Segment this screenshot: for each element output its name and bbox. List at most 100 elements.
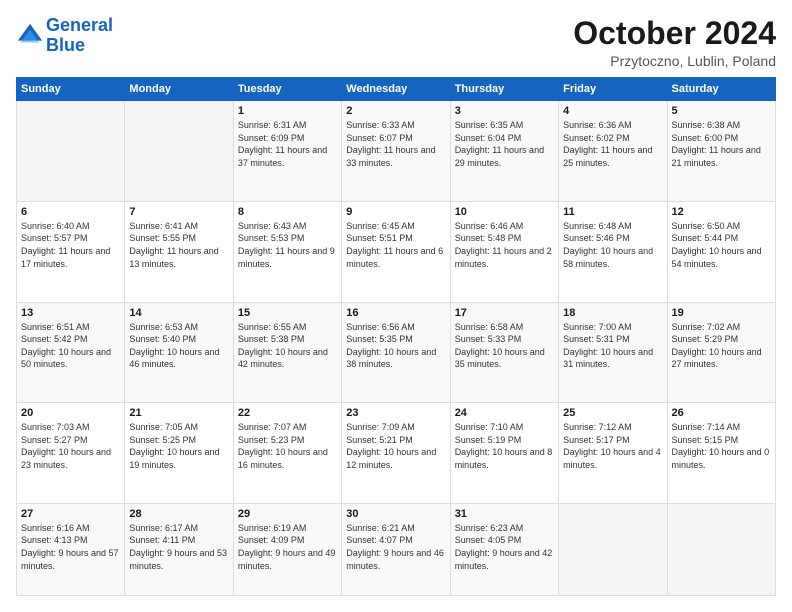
day-number: 11: [563, 206, 662, 218]
table-row: 4 Sunrise: 6:36 AMSunset: 6:02 PMDayligh…: [559, 101, 667, 202]
table-row: 8 Sunrise: 6:43 AMSunset: 5:53 PMDayligh…: [233, 201, 341, 302]
day-number: 7: [129, 206, 228, 218]
day-number: 15: [238, 307, 337, 319]
day-number: 3: [455, 105, 554, 117]
table-row: 22 Sunrise: 7:07 AMSunset: 5:23 PMDaylig…: [233, 403, 341, 504]
day-info: Sunrise: 7:02 AMSunset: 5:29 PMDaylight:…: [672, 321, 771, 371]
table-row: 6 Sunrise: 6:40 AMSunset: 5:57 PMDayligh…: [17, 201, 125, 302]
day-number: 14: [129, 307, 228, 319]
day-info: Sunrise: 6:17 AMSunset: 4:11 PMDaylight:…: [129, 522, 228, 572]
table-row: 14 Sunrise: 6:53 AMSunset: 5:40 PMDaylig…: [125, 302, 233, 403]
day-info: Sunrise: 6:19 AMSunset: 4:09 PMDaylight:…: [238, 522, 337, 572]
table-row: 12 Sunrise: 6:50 AMSunset: 5:44 PMDaylig…: [667, 201, 775, 302]
day-info: Sunrise: 6:56 AMSunset: 5:35 PMDaylight:…: [346, 321, 445, 371]
day-number: 23: [346, 407, 445, 419]
table-row: 3 Sunrise: 6:35 AMSunset: 6:04 PMDayligh…: [450, 101, 558, 202]
day-info: Sunrise: 6:35 AMSunset: 6:04 PMDaylight:…: [455, 119, 554, 169]
calendar-table: Sunday Monday Tuesday Wednesday Thursday…: [16, 77, 776, 596]
table-row: 24 Sunrise: 7:10 AMSunset: 5:19 PMDaylig…: [450, 403, 558, 504]
table-row: [125, 101, 233, 202]
table-row: 23 Sunrise: 7:09 AMSunset: 5:21 PMDaylig…: [342, 403, 450, 504]
day-info: Sunrise: 7:05 AMSunset: 5:25 PMDaylight:…: [129, 421, 228, 471]
day-number: 29: [238, 508, 337, 520]
day-info: Sunrise: 7:09 AMSunset: 5:21 PMDaylight:…: [346, 421, 445, 471]
col-saturday: Saturday: [667, 78, 775, 101]
table-row: 2 Sunrise: 6:33 AMSunset: 6:07 PMDayligh…: [342, 101, 450, 202]
day-number: 18: [563, 307, 662, 319]
day-info: Sunrise: 6:36 AMSunset: 6:02 PMDaylight:…: [563, 119, 662, 169]
day-number: 21: [129, 407, 228, 419]
header: General Blue October 2024 Przytoczno, Lu…: [16, 16, 776, 69]
table-row: 30 Sunrise: 6:21 AMSunset: 4:07 PMDaylig…: [342, 503, 450, 595]
day-info: Sunrise: 6:16 AMSunset: 4:13 PMDaylight:…: [21, 522, 120, 572]
table-row: 17 Sunrise: 6:58 AMSunset: 5:33 PMDaylig…: [450, 302, 558, 403]
day-info: Sunrise: 6:51 AMSunset: 5:42 PMDaylight:…: [21, 321, 120, 371]
logo-line2: Blue: [46, 35, 85, 55]
day-number: 27: [21, 508, 120, 520]
title-section: October 2024 Przytoczno, Lublin, Poland: [573, 16, 776, 69]
day-info: Sunrise: 6:46 AMSunset: 5:48 PMDaylight:…: [455, 220, 554, 270]
day-number: 13: [21, 307, 120, 319]
day-number: 12: [672, 206, 771, 218]
day-number: 1: [238, 105, 337, 117]
day-info: Sunrise: 6:45 AMSunset: 5:51 PMDaylight:…: [346, 220, 445, 270]
day-info: Sunrise: 6:55 AMSunset: 5:38 PMDaylight:…: [238, 321, 337, 371]
col-monday: Monday: [125, 78, 233, 101]
table-row: 20 Sunrise: 7:03 AMSunset: 5:27 PMDaylig…: [17, 403, 125, 504]
day-number: 8: [238, 206, 337, 218]
day-number: 2: [346, 105, 445, 117]
day-number: 31: [455, 508, 554, 520]
day-number: 28: [129, 508, 228, 520]
day-info: Sunrise: 6:53 AMSunset: 5:40 PMDaylight:…: [129, 321, 228, 371]
day-number: 22: [238, 407, 337, 419]
day-info: Sunrise: 7:00 AMSunset: 5:31 PMDaylight:…: [563, 321, 662, 371]
table-row: 5 Sunrise: 6:38 AMSunset: 6:00 PMDayligh…: [667, 101, 775, 202]
day-info: Sunrise: 6:40 AMSunset: 5:57 PMDaylight:…: [21, 220, 120, 270]
col-thursday: Thursday: [450, 78, 558, 101]
day-number: 24: [455, 407, 554, 419]
table-row: 27 Sunrise: 6:16 AMSunset: 4:13 PMDaylig…: [17, 503, 125, 595]
table-row: 16 Sunrise: 6:56 AMSunset: 5:35 PMDaylig…: [342, 302, 450, 403]
day-info: Sunrise: 7:03 AMSunset: 5:27 PMDaylight:…: [21, 421, 120, 471]
logo-icon: [16, 22, 44, 50]
day-info: Sunrise: 7:12 AMSunset: 5:17 PMDaylight:…: [563, 421, 662, 471]
col-tuesday: Tuesday: [233, 78, 341, 101]
day-info: Sunrise: 6:23 AMSunset: 4:05 PMDaylight:…: [455, 522, 554, 572]
day-info: Sunrise: 6:58 AMSunset: 5:33 PMDaylight:…: [455, 321, 554, 371]
day-number: 6: [21, 206, 120, 218]
table-row: 13 Sunrise: 6:51 AMSunset: 5:42 PMDaylig…: [17, 302, 125, 403]
day-number: 20: [21, 407, 120, 419]
table-row: 25 Sunrise: 7:12 AMSunset: 5:17 PMDaylig…: [559, 403, 667, 504]
logo-line1: General: [46, 15, 113, 35]
table-row: 11 Sunrise: 6:48 AMSunset: 5:46 PMDaylig…: [559, 201, 667, 302]
col-sunday: Sunday: [17, 78, 125, 101]
table-row: 26 Sunrise: 7:14 AMSunset: 5:15 PMDaylig…: [667, 403, 775, 504]
logo-text: General Blue: [46, 16, 113, 56]
table-row: 9 Sunrise: 6:45 AMSunset: 5:51 PMDayligh…: [342, 201, 450, 302]
month-title: October 2024: [573, 16, 776, 51]
table-row: 28 Sunrise: 6:17 AMSunset: 4:11 PMDaylig…: [125, 503, 233, 595]
table-row: 29 Sunrise: 6:19 AMSunset: 4:09 PMDaylig…: [233, 503, 341, 595]
day-number: 4: [563, 105, 662, 117]
day-info: Sunrise: 6:50 AMSunset: 5:44 PMDaylight:…: [672, 220, 771, 270]
table-row: 19 Sunrise: 7:02 AMSunset: 5:29 PMDaylig…: [667, 302, 775, 403]
col-friday: Friday: [559, 78, 667, 101]
day-number: 26: [672, 407, 771, 419]
day-number: 16: [346, 307, 445, 319]
table-row: 10 Sunrise: 6:46 AMSunset: 5:48 PMDaylig…: [450, 201, 558, 302]
table-row: [559, 503, 667, 595]
day-info: Sunrise: 6:48 AMSunset: 5:46 PMDaylight:…: [563, 220, 662, 270]
table-row: 15 Sunrise: 6:55 AMSunset: 5:38 PMDaylig…: [233, 302, 341, 403]
day-info: Sunrise: 6:33 AMSunset: 6:07 PMDaylight:…: [346, 119, 445, 169]
table-row: 21 Sunrise: 7:05 AMSunset: 5:25 PMDaylig…: [125, 403, 233, 504]
day-number: 10: [455, 206, 554, 218]
day-info: Sunrise: 6:41 AMSunset: 5:55 PMDaylight:…: [129, 220, 228, 270]
day-number: 9: [346, 206, 445, 218]
table-row: [17, 101, 125, 202]
day-info: Sunrise: 7:07 AMSunset: 5:23 PMDaylight:…: [238, 421, 337, 471]
day-info: Sunrise: 7:14 AMSunset: 5:15 PMDaylight:…: [672, 421, 771, 471]
table-row: 31 Sunrise: 6:23 AMSunset: 4:05 PMDaylig…: [450, 503, 558, 595]
day-number: 19: [672, 307, 771, 319]
table-row: 18 Sunrise: 7:00 AMSunset: 5:31 PMDaylig…: [559, 302, 667, 403]
table-row: 1 Sunrise: 6:31 AMSunset: 6:09 PMDayligh…: [233, 101, 341, 202]
